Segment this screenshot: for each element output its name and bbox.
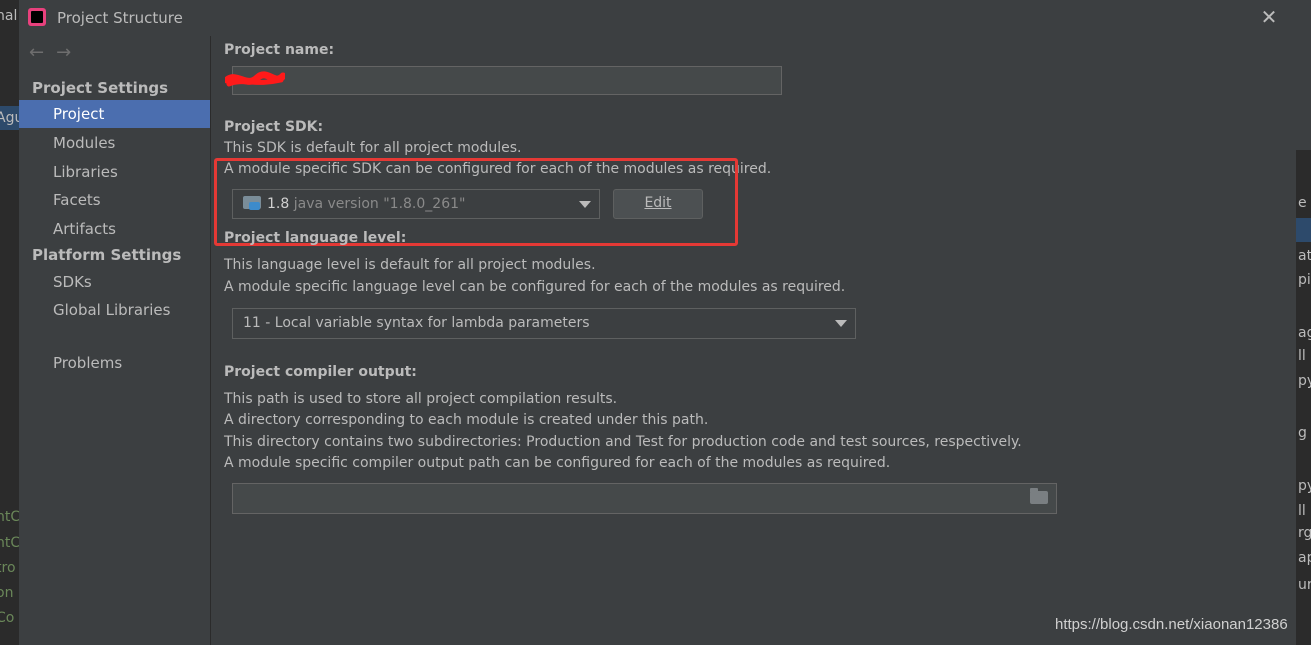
background-text: py <box>1298 373 1311 389</box>
compiler-output-input[interactable] <box>232 483 1057 514</box>
compiler-description: A module specific compiler output path c… <box>224 455 891 471</box>
compiler-output-label: Project compiler output: <box>224 364 417 380</box>
project-name-input[interactable] <box>232 66 782 95</box>
background-text: on <box>0 585 14 601</box>
background-text: ap <box>1298 550 1311 566</box>
sdk-description: This SDK is default for all project modu… <box>224 140 522 156</box>
project-settings-heading: Project Settings <box>32 79 169 97</box>
background-text: Co <box>0 610 15 626</box>
background-text: tro <box>0 560 16 576</box>
language-level-value: 11 - Local variable syntax for lambda pa… <box>243 315 590 331</box>
compiler-description: This path is used to store all project c… <box>224 391 618 407</box>
background-text: nal <box>0 8 18 24</box>
project-name-label: Project name: <box>224 42 335 58</box>
background-text: e <box>1298 195 1307 211</box>
sidebar-item-modules[interactable]: Modules <box>19 129 210 157</box>
background-text: ag <box>1298 325 1311 341</box>
settings-sidebar: ← → Project Settings Project Modules Libr… <box>19 36 211 645</box>
background-selected-row <box>1296 218 1311 242</box>
forward-arrow-icon[interactable]: → <box>56 42 71 63</box>
sidebar-item-sdks[interactable]: SDKs <box>19 268 210 296</box>
project-sdk-label: Project SDK: <box>224 119 324 135</box>
platform-settings-heading: Platform Settings <box>32 246 182 264</box>
watermark: https://blog.csdn.net/xiaonan12386 <box>1055 616 1288 633</box>
sidebar-item-libraries[interactable]: Libraries <box>19 158 210 186</box>
language-level-dropdown[interactable]: 11 - Local variable syntax for lambda pa… <box>232 308 856 339</box>
back-arrow-icon[interactable]: ← <box>29 42 44 63</box>
background-text: ntC <box>0 509 19 525</box>
background-text: py <box>1298 478 1311 494</box>
language-level-label: Project language level: <box>224 230 407 246</box>
sidebar-item-facets[interactable]: Facets <box>19 186 210 214</box>
close-icon[interactable]: ✕ <box>1258 6 1280 28</box>
project-settings-panel: Project name: Project SDK: This SDK is d… <box>211 36 1296 645</box>
language-description: This language level is default for all p… <box>224 257 596 273</box>
background-text: ur <box>1298 577 1311 593</box>
redaction-scribble <box>225 71 285 87</box>
language-description: A module specific language level can be … <box>224 279 846 295</box>
background-text: at <box>1298 248 1311 264</box>
folder-browse-icon[interactable] <box>1030 488 1048 504</box>
background-text: g ( <box>1298 425 1311 441</box>
chevron-down-icon <box>835 320 847 327</box>
sidebar-item-project[interactable]: Project <box>19 100 210 128</box>
background-text: ll <box>1298 348 1306 364</box>
dialog-title: Project Structure <box>57 9 183 27</box>
background-text: pil <box>1298 272 1311 288</box>
sidebar-item-artifacts[interactable]: Artifacts <box>19 215 210 243</box>
background-text: ntC <box>0 535 19 551</box>
compiler-description: A directory corresponding to each module… <box>224 412 709 428</box>
sidebar-item-problems[interactable]: Problems <box>19 349 210 377</box>
compiler-description: This directory contains two subdirectori… <box>224 434 1022 450</box>
background-text: Agu <box>0 110 19 126</box>
dialog-titlebar <box>19 0 1296 36</box>
background-editor-left: nal Agu ntC ntC tro on Co <box>0 0 19 645</box>
intellij-app-icon <box>28 8 46 26</box>
background-text: rg <box>1298 525 1311 541</box>
background-text: ll <box>1298 503 1306 519</box>
nav-arrows: ← → <box>29 42 83 63</box>
sidebar-item-global-libraries[interactable]: Global Libraries <box>19 296 210 324</box>
background-editor-right: e at pil ag ll py g ( py ll rg ap ur <box>1296 0 1311 645</box>
